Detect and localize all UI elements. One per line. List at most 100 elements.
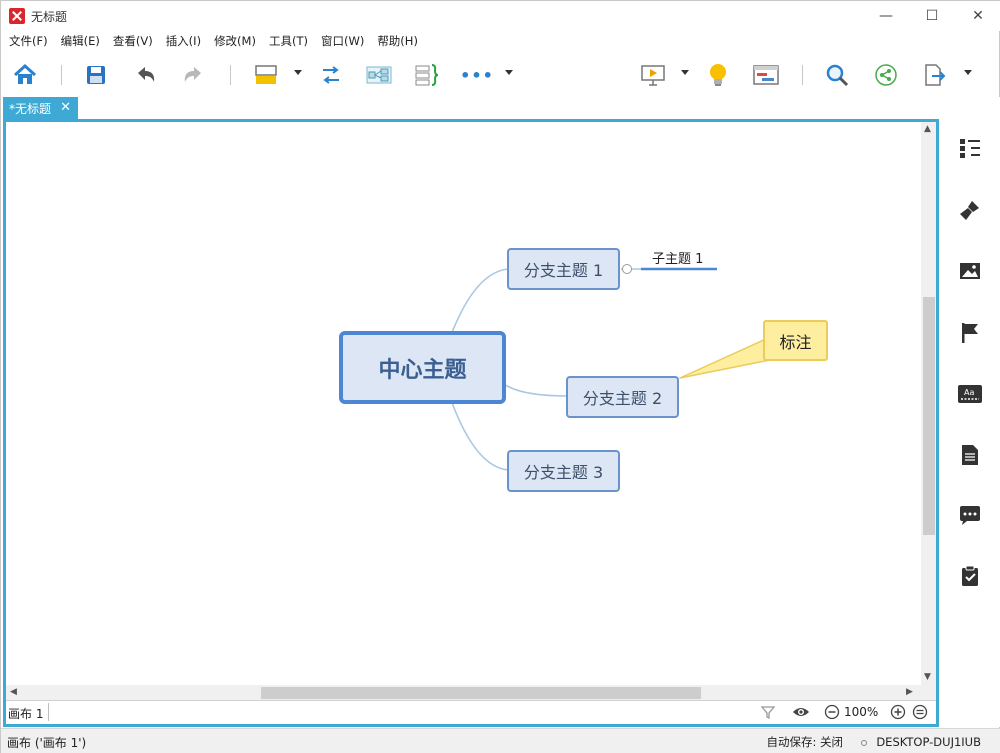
more-dropdown-icon[interactable] (505, 70, 513, 75)
home-icon (13, 63, 37, 84)
task-button[interactable] (957, 563, 983, 589)
app-window: 无标题 — ☐ ✕ 文件(F) 编辑(E) 查看(V) 插入(I) 修改(M) … (0, 0, 1000, 753)
comment-button[interactable] (957, 503, 983, 529)
connector-branch-3 (450, 399, 510, 471)
maximize-button[interactable]: ☐ (909, 1, 955, 31)
scroll-up-icon[interactable]: ▲ (924, 124, 931, 134)
summary-button[interactable] (365, 61, 393, 89)
computer-name: DESKTOP-DUJ1IUB (876, 735, 981, 749)
sheet-bar: 画布 1 100% (6, 700, 936, 724)
gantt-button[interactable] (752, 61, 780, 89)
export-icon (925, 64, 946, 86)
mindmap-canvas[interactable]: 中心主题 分支主题 1 分支主题 2 分支主题 3 子主题 1 标注 (6, 122, 921, 685)
label-button[interactable]: Aa (957, 381, 983, 407)
format-button[interactable] (957, 197, 983, 223)
central-topic[interactable]: 中心主题 (339, 331, 506, 404)
view-toggle-button[interactable] (792, 704, 810, 723)
share-icon (875, 64, 897, 86)
comment-icon (960, 506, 980, 525)
save-button[interactable] (82, 61, 110, 89)
image-button[interactable] (957, 258, 983, 284)
tab-strip: *无标题 ✕ (1, 97, 1000, 119)
task-icon (962, 565, 978, 586)
outline-button[interactable] (957, 135, 983, 161)
topic-style-dropdown-icon[interactable] (294, 70, 302, 75)
redo-button[interactable] (179, 61, 207, 89)
status-bar: 画布 ('画布 1') 自动保存: 关闭 DESKTOP-DUJ1IUB (1, 728, 1000, 753)
gantt-icon (753, 65, 779, 85)
eye-icon (793, 708, 809, 716)
zoom-in-button[interactable] (890, 704, 906, 723)
menu-tools[interactable]: 工具(T) (269, 33, 308, 49)
menu-file[interactable]: 文件(F) (9, 33, 48, 49)
horizontal-scroll-thumb[interactable] (261, 687, 701, 699)
notes-icon (962, 445, 978, 465)
zoom-out-button[interactable] (824, 704, 840, 723)
flag-icon (962, 323, 978, 343)
scroll-left-icon[interactable]: ◀ (10, 687, 17, 697)
toolbar-separator (230, 65, 231, 85)
redo-icon (184, 67, 201, 82)
status-right: 自动保存: 关闭 DESKTOP-DUJ1IUB (766, 734, 981, 750)
window-title: 无标题 (31, 10, 68, 24)
relationship-button[interactable] (317, 61, 345, 89)
export-dropdown-icon[interactable] (964, 70, 972, 75)
outline-icon (960, 139, 980, 158)
toolbar: ••• (1, 53, 1000, 97)
save-icon (87, 66, 105, 84)
relationship-icon (323, 66, 339, 84)
notes-button[interactable] (957, 442, 983, 468)
more-button[interactable]: ••• (460, 61, 494, 89)
horizontal-scrollbar[interactable]: ◀ ▶ (6, 685, 936, 700)
filter-icon (760, 706, 776, 720)
callout-topic[interactable]: 标注 (763, 320, 828, 361)
scroll-down-icon[interactable]: ▼ (924, 672, 931, 682)
export-button[interactable] (921, 61, 949, 89)
menu-help[interactable]: 帮助(H) (377, 33, 418, 49)
tab-close-icon[interactable]: ✕ (60, 100, 71, 116)
menu-modify[interactable]: 修改(M) (214, 33, 256, 49)
branch-topic-3[interactable]: 分支主题 3 (507, 450, 620, 492)
presentation-dropdown-icon[interactable] (681, 70, 689, 75)
topic-style-button[interactable] (252, 61, 280, 89)
menu-insert[interactable]: 插入(I) (166, 33, 201, 49)
branch-topic-1[interactable]: 分支主题 1 (507, 248, 620, 290)
zoom-out-icon (824, 704, 840, 720)
autosave-status[interactable]: 自动保存: 关闭 (766, 735, 843, 749)
subtopic-1[interactable]: 子主题 1 (652, 248, 703, 267)
branch-topic-2[interactable]: 分支主题 2 (566, 376, 679, 418)
vertical-scroll-thumb[interactable] (923, 297, 935, 535)
home-button[interactable] (11, 61, 39, 89)
right-sidebar: Aa (941, 97, 1000, 727)
connector-branch-1 (450, 268, 510, 336)
more-icon: ••• (460, 65, 494, 85)
scroll-right-icon[interactable]: ▶ (906, 687, 913, 697)
collapse-toggle-icon[interactable] (622, 264, 632, 274)
fit-map-button[interactable] (912, 704, 928, 723)
menu-window[interactable]: 窗口(W) (321, 33, 364, 49)
marker-button[interactable] (957, 320, 983, 346)
share-button[interactable] (872, 61, 900, 89)
sheet-tab[interactable]: 画布 1 (8, 705, 43, 722)
network-status-icon (860, 740, 867, 746)
tab-label: *无标题 (9, 101, 52, 116)
idea-icon (710, 64, 726, 86)
fit-map-icon (912, 704, 928, 720)
menu-view[interactable]: 查看(V) (113, 33, 153, 49)
close-window-button[interactable]: ✕ (955, 1, 1000, 31)
boundary-icon (415, 64, 439, 86)
presentation-button[interactable] (639, 61, 667, 89)
idea-button[interactable] (704, 61, 732, 89)
boundary-button[interactable] (413, 61, 441, 89)
svg-text:Aa: Aa (964, 388, 974, 397)
menu-edit[interactable]: 编辑(E) (61, 33, 100, 49)
tab-untitled[interactable]: *无标题 ✕ (3, 97, 78, 119)
minimize-button[interactable]: — (863, 1, 909, 31)
toolbar-separator (802, 65, 803, 85)
status-sheet-info: 画布 ('画布 1') (7, 736, 87, 750)
undo-button[interactable] (132, 61, 160, 89)
search-button[interactable] (823, 61, 851, 89)
vertical-scrollbar[interactable]: ▲ ▼ (921, 122, 936, 685)
summary-icon (366, 66, 392, 84)
filter-button[interactable] (760, 704, 776, 723)
